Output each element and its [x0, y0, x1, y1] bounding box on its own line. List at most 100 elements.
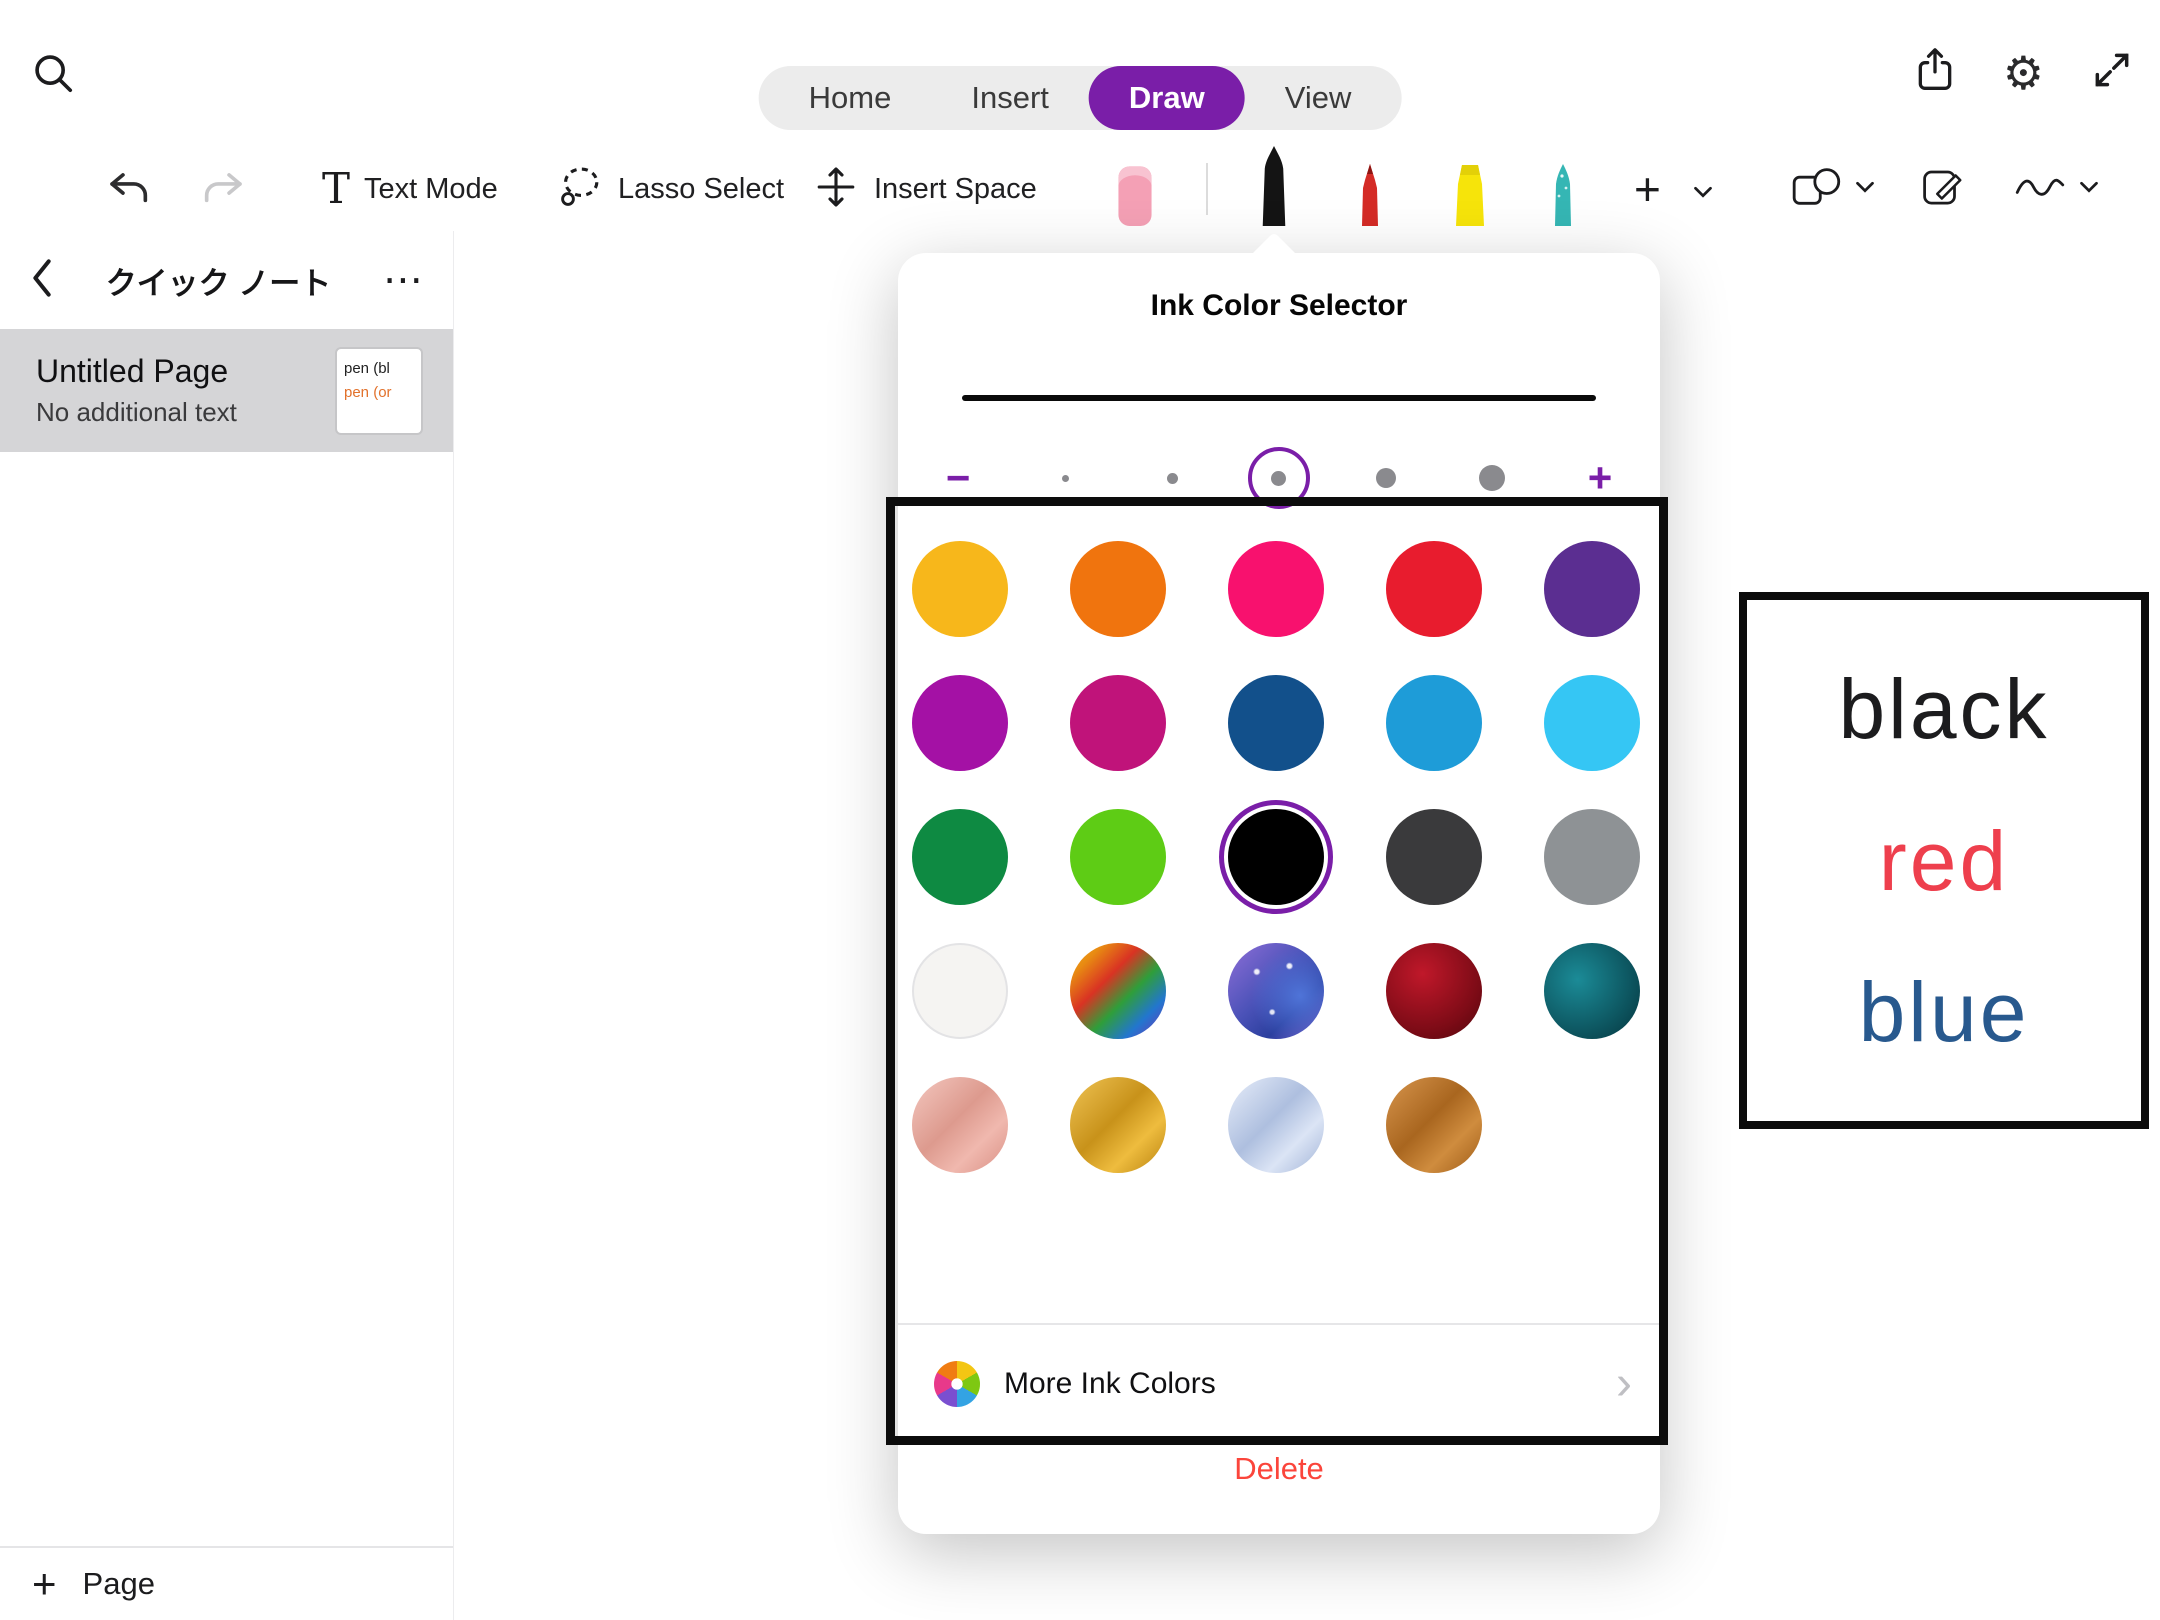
- thickness-option-2[interactable]: [1141, 447, 1203, 509]
- back-button[interactable]: [30, 258, 54, 303]
- share-button[interactable]: [1913, 46, 1957, 99]
- insert-space-icon: [812, 163, 860, 216]
- fullscreen-button[interactable]: [2090, 48, 2134, 97]
- page-title: Untitled Page: [36, 353, 237, 390]
- search-icon: [30, 83, 76, 100]
- swatch-rainbow-glitter[interactable]: [1070, 943, 1166, 1039]
- swatch-gray[interactable]: [1544, 809, 1640, 905]
- popover-caret: [1250, 232, 1298, 280]
- ink-annotate-button[interactable]: [1920, 147, 1966, 231]
- redo-button[interactable]: [200, 168, 246, 211]
- settings-button[interactable]: ⚙: [2003, 50, 2044, 96]
- swatch-red[interactable]: [1386, 541, 1482, 637]
- ink-word-blue: blue: [1859, 970, 2030, 1054]
- add-page-button[interactable]: + Page: [0, 1546, 453, 1620]
- ink-word-black: black: [1838, 667, 2049, 751]
- sidebar: クイック ノート ⋯ Untitled Page No additional t…: [0, 231, 454, 1620]
- swatch-black[interactable]: [1228, 809, 1324, 905]
- thickness-dots: [990, 447, 1568, 509]
- yellow-highlighter-icon: [1447, 162, 1493, 231]
- share-icon: [1913, 81, 1957, 98]
- sidebar-header: クイック ノート ⋯: [0, 231, 453, 329]
- thickness-increase-button[interactable]: +: [1568, 457, 1632, 499]
- swatch-green[interactable]: [912, 809, 1008, 905]
- insert-space-button[interactable]: Insert Space: [812, 147, 1037, 231]
- page-item-text: Untitled Page No additional text: [36, 353, 237, 428]
- pen-red-tool[interactable]: [1349, 162, 1391, 231]
- swatch-bronze[interactable]: [1386, 1077, 1482, 1173]
- pen-black-tool[interactable]: [1251, 144, 1297, 231]
- undo-button[interactable]: [106, 168, 152, 211]
- text-mode-button[interactable]: T Text Mode: [322, 147, 498, 231]
- tab-insert[interactable]: Insert: [931, 66, 1089, 130]
- page-thumbnail: pen (blpen (or: [335, 347, 423, 435]
- more-options-button[interactable]: ⋯: [383, 272, 423, 288]
- thickness-option-4[interactable]: [1355, 447, 1417, 509]
- swatch-pink[interactable]: [1228, 541, 1324, 637]
- swatch-light-green[interactable]: [1070, 809, 1166, 905]
- swatch-white[interactable]: [912, 943, 1008, 1039]
- expand-icon: [2090, 79, 2134, 96]
- swatch-light-blue[interactable]: [1544, 675, 1640, 771]
- eraser-icon: [1108, 162, 1162, 231]
- ink-color-popover: Ink Color Selector − + More Ink Colors ›…: [898, 253, 1660, 1534]
- swatch-orange[interactable]: [1070, 541, 1166, 637]
- add-pen-chevron-icon[interactable]: [1694, 185, 1712, 203]
- red-pen-icon: [1349, 162, 1391, 231]
- lasso-icon: [556, 163, 604, 216]
- top-app-bar: Home Insert Draw View ⚙: [0, 0, 2160, 147]
- teal-pen-icon: [1542, 162, 1584, 231]
- more-ink-colors-button[interactable]: More Ink Colors ›: [934, 1351, 1632, 1417]
- thickness-dot: [1376, 468, 1396, 488]
- black-pen-icon: [1251, 144, 1297, 231]
- scribble-icon: [2014, 173, 2066, 206]
- add-page-label: Page: [83, 1566, 155, 1602]
- swatch-gold[interactable]: [1070, 1077, 1166, 1173]
- chevron-right-icon: ›: [1616, 1360, 1632, 1408]
- lasso-select-button[interactable]: Lasso Select: [556, 147, 784, 231]
- swatch-purple[interactable]: [1544, 541, 1640, 637]
- swatch-dark-teal[interactable]: [1544, 943, 1640, 1039]
- thickness-decrease-button[interactable]: −: [926, 457, 990, 499]
- color-wheel-icon: [934, 1361, 980, 1407]
- page-list-item[interactable]: Untitled Page No additional text pen (bl…: [0, 329, 453, 452]
- swatch-blue[interactable]: [1386, 675, 1482, 771]
- tab-draw[interactable]: Draw: [1089, 66, 1245, 130]
- tab-home[interactable]: Home: [769, 66, 932, 130]
- swatch-dark-blue[interactable]: [1228, 675, 1324, 771]
- swatch-galaxy[interactable]: [1228, 943, 1324, 1039]
- swatch-garnet-red[interactable]: [1386, 943, 1482, 1039]
- divider: [898, 1323, 1660, 1325]
- thickness-option-1[interactable]: [1035, 447, 1097, 509]
- notebook-title: クイック ノート: [54, 258, 383, 303]
- text-mode-icon: T: [322, 168, 350, 210]
- swatch-rose-gold[interactable]: [912, 1077, 1008, 1173]
- pen-teal-tool[interactable]: [1542, 162, 1584, 231]
- ink-word-red: red: [1879, 819, 2009, 903]
- shapes-button[interactable]: [1792, 147, 1874, 231]
- swatch-violet[interactable]: [912, 675, 1008, 771]
- plus-icon: +: [32, 1560, 57, 1608]
- search-button[interactable]: [30, 50, 76, 101]
- thickness-option-3[interactable]: [1248, 447, 1310, 509]
- thumbnail-text-line: pen (bl: [344, 357, 414, 381]
- scribble-button[interactable]: [2014, 147, 2098, 231]
- thickness-dot: [1479, 465, 1505, 491]
- swatch-magenta[interactable]: [1070, 675, 1166, 771]
- add-pen-button[interactable]: +: [1634, 147, 1661, 231]
- thickness-option-5[interactable]: [1461, 447, 1523, 509]
- eraser-tool[interactable]: [1108, 162, 1162, 231]
- draw-toolbar: T Text Mode Lasso Select Insert Space: [0, 147, 2160, 231]
- thickness-dot: [1167, 473, 1178, 484]
- highlighter-yellow-tool[interactable]: [1447, 162, 1493, 231]
- swatch-silver[interactable]: [1228, 1077, 1324, 1173]
- delete-pen-button[interactable]: Delete: [898, 1451, 1660, 1487]
- shapes-icon: [1792, 166, 1842, 213]
- top-actions: ⚙: [1913, 46, 2134, 99]
- scribble-chevron-icon: [2080, 180, 2098, 198]
- tab-view[interactable]: View: [1245, 66, 1392, 130]
- stroke-preview: [962, 395, 1596, 401]
- chevron-left-icon: [30, 285, 54, 302]
- swatch-dark-gray[interactable]: [1386, 809, 1482, 905]
- swatch-yellow[interactable]: [912, 541, 1008, 637]
